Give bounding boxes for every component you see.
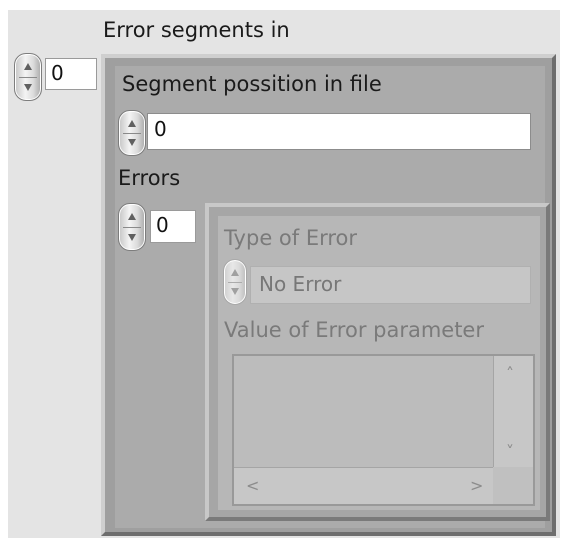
chevron-down-icon[interactable]: ˅: [506, 444, 514, 460]
scrollbar-corner: [493, 467, 533, 504]
array-index-spinner[interactable]: [14, 53, 42, 101]
vertical-scrollbar[interactable]: ˄ ˅: [493, 356, 533, 467]
array-index-input[interactable]: 0: [45, 58, 97, 90]
horizontal-scrollbar[interactable]: < >: [234, 467, 493, 504]
errors-index-input[interactable]: 0: [150, 210, 196, 243]
type-of-error-ring[interactable]: No Error: [250, 266, 531, 304]
type-of-error-spinner[interactable]: [223, 259, 247, 305]
decrement-arrow-icon[interactable]: [24, 84, 32, 91]
decrement-arrow-icon[interactable]: [231, 288, 239, 295]
increment-arrow-icon[interactable]: [231, 269, 239, 276]
increment-arrow-icon[interactable]: [128, 120, 136, 127]
errors-index-spinner[interactable]: [118, 203, 146, 251]
error-segments-label: Error segments in: [103, 18, 290, 42]
listbox-content: [234, 356, 493, 467]
segment-position-input[interactable]: 0: [147, 113, 531, 150]
value-of-error-parameter-label: Value of Error parameter: [224, 318, 484, 342]
segment-position-label: Segment possition in file: [122, 72, 382, 96]
segment-position-spinner[interactable]: [118, 110, 146, 156]
chevron-left-icon[interactable]: <: [246, 478, 259, 494]
chevron-right-icon[interactable]: >: [470, 478, 483, 494]
chevron-up-icon[interactable]: ˄: [506, 366, 514, 382]
errors-label: Errors: [118, 166, 181, 190]
decrement-arrow-icon[interactable]: [128, 234, 136, 241]
type-of-error-label: Type of Error: [224, 226, 358, 250]
increment-arrow-icon[interactable]: [128, 213, 136, 220]
decrement-arrow-icon[interactable]: [128, 139, 136, 146]
increment-arrow-icon[interactable]: [24, 63, 32, 70]
